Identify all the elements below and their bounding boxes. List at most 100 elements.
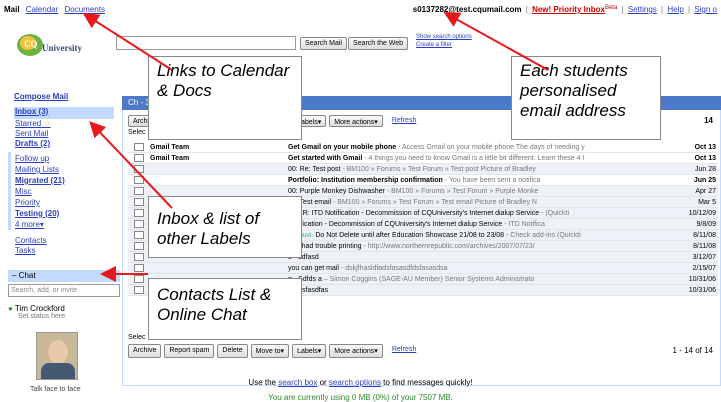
table-row[interactable]: Gmail Team Get started with Gmail - 4 thi… bbox=[128, 153, 718, 164]
row-subject[interactable]: Get Gmail on your mobile phone - Access … bbox=[288, 142, 684, 152]
table-row[interactable]: Gmail Team Get Gmail on your mobile phone… bbox=[128, 142, 718, 153]
priority-inbox-link[interactable]: New! Priority Inbox bbox=[532, 5, 605, 14]
sidebar-item-starred[interactable]: Starred ☆ bbox=[15, 119, 51, 128]
row-checkbox[interactable] bbox=[134, 275, 144, 283]
move-to-button-bottom[interactable]: Move to▾ bbox=[250, 344, 290, 358]
row-subject[interactable]: Portfolio: Institution membership confir… bbox=[288, 175, 684, 185]
show-search-options-link[interactable]: Show search options bbox=[416, 33, 472, 41]
signout-link[interactable]: Sign o bbox=[694, 5, 717, 14]
labels-button-bottom[interactable]: Labels▾ bbox=[292, 344, 327, 358]
table-row[interactable]: you can get mail - dskjfhasldfadsfasasdf… bbox=[128, 263, 718, 274]
row-sender[interactable]: Gmail Team bbox=[150, 153, 288, 163]
row-date: 3/12/07 bbox=[692, 254, 716, 261]
avatar[interactable] bbox=[36, 332, 78, 380]
row-snippet: - dskjfhasldfadsfasasdfdsfasasdsa bbox=[338, 265, 448, 272]
create-filter-link[interactable]: Create a filter bbox=[416, 41, 472, 49]
row-snippet: - ITD Notifica bbox=[502, 221, 545, 228]
row-checkbox[interactable] bbox=[134, 242, 144, 250]
more-actions-button-bottom[interactable]: More actions▾ bbox=[329, 344, 383, 358]
row-checkbox[interactable] bbox=[134, 209, 144, 217]
starred-label[interactable]: Starred bbox=[15, 119, 41, 128]
row-subject[interactable]: you can get mail - dskjfhasldfadsfasasdf… bbox=[288, 263, 684, 273]
sidebar-item-tasks[interactable]: Tasks bbox=[15, 246, 35, 255]
search-web-button[interactable]: Search the Web bbox=[348, 37, 409, 50]
row-date: Apr 27 bbox=[695, 188, 716, 195]
row-subject-text: Get Gmail on your mobile phone bbox=[288, 144, 397, 151]
label-migrated[interactable]: Migrated (21) bbox=[15, 176, 65, 185]
sidebar-item-contacts[interactable]: Contacts bbox=[15, 236, 47, 245]
more-labels-link[interactable]: 4 more▾ bbox=[15, 220, 44, 229]
row-sender[interactable] bbox=[150, 175, 288, 185]
row-subject-text: Do Not Delete until after Education Show… bbox=[315, 232, 505, 239]
row-subject[interactable]: 00: Re: Test post - BM100 » Forums » Tes… bbox=[288, 164, 684, 174]
row-checkbox[interactable] bbox=[134, 286, 144, 294]
row-subject[interactable]: 3 - sdfasd bbox=[288, 252, 684, 262]
search-input[interactable] bbox=[116, 36, 296, 50]
sidebar-item-drafts[interactable]: Drafts (2) bbox=[15, 139, 50, 148]
row-checkbox[interactable] bbox=[134, 165, 144, 173]
documents-link[interactable]: Documents bbox=[65, 5, 105, 14]
row-subject[interactable]: NDER: ITD Notification - Decommission of… bbox=[288, 208, 684, 218]
calendar-link[interactable]: Calendar bbox=[26, 5, 58, 14]
more-actions-button[interactable]: More actions▾ bbox=[329, 115, 383, 127]
label-follow-up[interactable]: Follow up bbox=[15, 154, 49, 163]
row-sender[interactable] bbox=[150, 164, 288, 174]
row-checkbox[interactable] bbox=[134, 143, 144, 151]
refresh-link[interactable]: Refresh bbox=[392, 115, 417, 127]
archive-button-bottom[interactable]: Archive bbox=[128, 344, 162, 358]
row-checkbox[interactable] bbox=[134, 154, 144, 162]
row-sender[interactable] bbox=[150, 186, 288, 196]
chat-user[interactable]: ● Tim Crockford bbox=[8, 304, 65, 313]
row-snippet: - BM100 » Forums » Test Forum » Purple M… bbox=[384, 188, 539, 195]
chat-status[interactable]: Set status here bbox=[18, 313, 65, 320]
row-subject[interactable]: 00: Test email - BM100 » Forums » Test F… bbox=[288, 197, 684, 207]
row-checkbox[interactable] bbox=[134, 220, 144, 228]
row-sender[interactable]: Gmail Team bbox=[150, 142, 288, 152]
callout-email-address: Each students personalised email address bbox=[511, 56, 661, 140]
row-checkbox[interactable] bbox=[134, 176, 144, 184]
chat-header[interactable]: – Chat bbox=[8, 270, 120, 282]
chat-search-input[interactable]: Search, add, or invite bbox=[8, 284, 120, 297]
row-checkbox[interactable] bbox=[134, 264, 144, 272]
row-checkbox[interactable] bbox=[134, 198, 144, 206]
logo-text: University bbox=[42, 43, 82, 53]
settings-link[interactable]: Settings bbox=[628, 5, 657, 14]
row-subject[interactable]: Get started with Gmail - 4 things you ne… bbox=[288, 153, 684, 163]
row-subject[interactable]: 00: Purple Monkey Dishwasher - BM100 » F… bbox=[288, 186, 684, 196]
beta-badge: Beta bbox=[604, 5, 618, 11]
search-options-link[interactable]: search options bbox=[329, 378, 381, 387]
university-logo[interactable]: CQ University bbox=[14, 27, 96, 71]
table-row[interactable]: 00: Re: Test post - BM100 » Forums » Tes… bbox=[128, 164, 718, 175]
report-spam-button-bottom[interactable]: Report spam bbox=[164, 344, 215, 358]
mail-link[interactable]: Mail bbox=[4, 5, 20, 14]
inbox-label[interactable]: Inbox (3) bbox=[15, 107, 48, 116]
search-mail-button[interactable]: Search Mail bbox=[300, 37, 347, 50]
label-priority[interactable]: Priority bbox=[15, 198, 40, 207]
row-checkbox[interactable] bbox=[134, 231, 144, 239]
row-subject-text: 00: Purple Monkey Dishwasher bbox=[288, 188, 385, 195]
sidebar-item-inbox[interactable]: Inbox (3) bbox=[14, 107, 114, 119]
row-sender[interactable] bbox=[150, 263, 288, 273]
row-checkbox[interactable] bbox=[134, 187, 144, 195]
callout-chat: Contacts List & Online Chat bbox=[148, 278, 302, 340]
row-date: Jun 28 bbox=[694, 166, 716, 173]
row-subject[interactable]: that had trouble printing - http://www.n… bbox=[288, 241, 684, 251]
row-subject[interactable]: g - dsfasdfas bbox=[288, 285, 684, 295]
row-subject-text: you can get mail bbox=[288, 265, 339, 272]
label-testing[interactable]: Testing (20) bbox=[15, 209, 59, 218]
row-subject-text: 00: Re: Test post bbox=[288, 166, 341, 173]
compose-mail-link[interactable]: Compose Mail bbox=[14, 92, 68, 101]
label-mailing-lists[interactable]: Mailing Lists bbox=[15, 165, 59, 174]
table-row[interactable]: Portfolio: Institution membership confir… bbox=[128, 175, 718, 186]
row-subject[interactable]: Notification - Decommission of CQUnivers… bbox=[288, 219, 684, 229]
row-subject[interactable]: g - Sdfds a – Simon Coggins (SAGE-AU Mem… bbox=[288, 274, 684, 284]
row-snippet: - Access Gmail on your mobile phone The … bbox=[396, 144, 585, 151]
search-box-link[interactable]: search box bbox=[278, 378, 317, 387]
refresh-link-bottom[interactable]: Refresh bbox=[392, 344, 417, 358]
row-checkbox[interactable] bbox=[134, 253, 144, 261]
sidebar-item-sent[interactable]: Sent Mail bbox=[15, 129, 48, 138]
label-misc[interactable]: Misc bbox=[15, 187, 31, 196]
delete-button-bottom[interactable]: Delete bbox=[217, 344, 248, 358]
help-link[interactable]: Help bbox=[667, 5, 683, 14]
row-subject[interactable]: MigratedDo Not Delete until after Educat… bbox=[288, 230, 684, 240]
